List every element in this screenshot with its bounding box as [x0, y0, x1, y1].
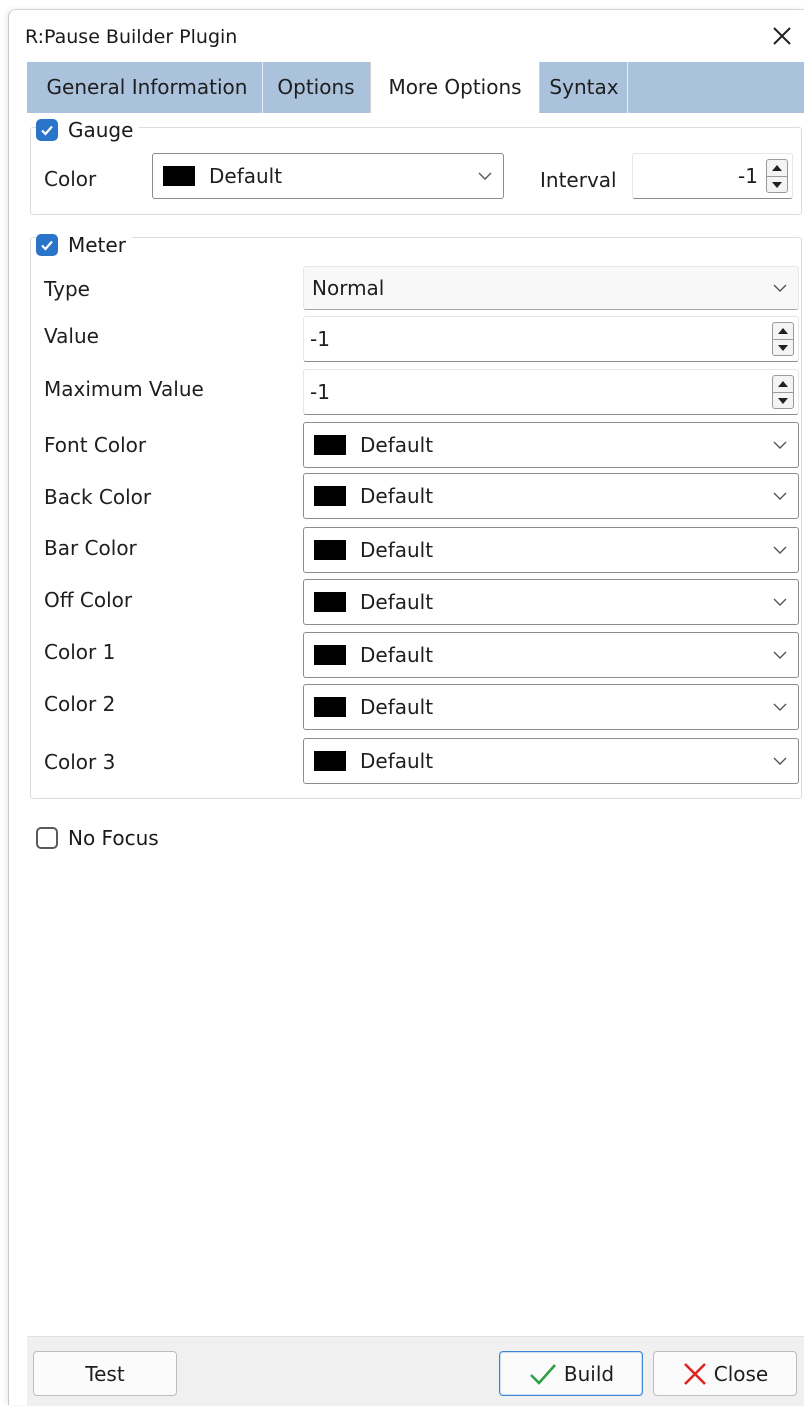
font-color-dropdown[interactable]: Default: [303, 422, 799, 468]
bar-color-dropdown[interactable]: Default: [303, 527, 799, 573]
chevron-down-icon: [773, 546, 787, 554]
maximum-value-spinner[interactable]: -1: [303, 369, 799, 415]
color-swatch: [314, 645, 346, 665]
tab-more-options[interactable]: More Options: [370, 62, 540, 113]
meter-legend: Meter: [36, 232, 132, 258]
no-focus-checkbox[interactable]: [36, 827, 58, 849]
title-bar: R:Pause Builder Plugin: [9, 10, 804, 62]
gauge-color-label: Color: [44, 167, 97, 191]
build-button-label: Build: [563, 1361, 615, 1386]
gauge-color-value: Default: [209, 164, 283, 188]
back-color-value: Default: [360, 484, 434, 508]
color-swatch: [163, 166, 195, 186]
chevron-down-icon: [773, 651, 787, 659]
no-focus-option[interactable]: No Focus: [36, 825, 165, 851]
font-color-value: Default: [360, 433, 434, 457]
maximum-value-value: -1: [310, 380, 330, 404]
test-button[interactable]: Test: [33, 1351, 177, 1396]
tab-bar: General Information Options More Options…: [27, 62, 804, 113]
chevron-down-icon: [773, 492, 787, 500]
gauge-checkbox[interactable]: [36, 119, 58, 141]
color-swatch: [314, 435, 346, 455]
tab-syntax[interactable]: Syntax: [541, 62, 627, 113]
more-options-panel: Gauge Color Default Interval -1 Meter Ty…: [27, 113, 804, 1340]
spin-up-icon: [778, 328, 788, 334]
interval-spin-buttons[interactable]: [766, 159, 788, 193]
color-swatch: [314, 751, 346, 771]
close-icon: [773, 27, 791, 45]
gauge-color-dropdown[interactable]: Default: [152, 153, 504, 199]
type-dropdown[interactable]: Normal: [303, 266, 799, 310]
tab-general-information[interactable]: General Information: [33, 62, 261, 113]
button-bar: Test Build Close: [27, 1336, 804, 1406]
interval-label: Interval: [540, 168, 617, 192]
chevron-down-icon: [773, 598, 787, 606]
check-icon: [529, 1363, 556, 1385]
off-color-label: Off Color: [44, 588, 133, 612]
off-color-dropdown[interactable]: Default: [303, 579, 799, 625]
dialog-window: R:Pause Builder Plugin General Informati…: [8, 9, 804, 1406]
checkmark-icon: [41, 240, 53, 251]
close-button-label: Close: [713, 1361, 769, 1386]
window-close-button[interactable]: [766, 20, 798, 52]
chevron-down-icon: [478, 172, 492, 180]
color-2-label: Color 2: [44, 692, 116, 716]
color-swatch: [314, 697, 346, 717]
font-color-label: Font Color: [44, 433, 147, 457]
type-label: Type: [44, 277, 90, 301]
chevron-down-icon: [773, 703, 787, 711]
interval-spinner[interactable]: -1: [632, 153, 793, 199]
close-button[interactable]: Close: [653, 1351, 797, 1396]
spin-up-icon: [772, 165, 782, 171]
no-focus-label: No Focus: [68, 826, 159, 850]
meter-label: Meter: [68, 233, 126, 257]
tab-separator: [627, 62, 628, 113]
chevron-down-icon: [773, 284, 787, 292]
chevron-down-icon: [773, 757, 787, 765]
color-swatch: [314, 592, 346, 612]
color-3-label: Color 3: [44, 750, 116, 774]
bar-color-label: Bar Color: [44, 536, 137, 560]
maximum-value-spin-buttons[interactable]: [772, 375, 794, 409]
window-title: R:Pause Builder Plugin: [25, 26, 238, 48]
back-color-dropdown[interactable]: Default: [303, 473, 799, 519]
bar-color-value: Default: [360, 538, 434, 562]
off-color-value: Default: [360, 590, 434, 614]
color-3-dropdown[interactable]: Default: [303, 738, 799, 784]
value-label: Value: [44, 324, 99, 348]
chevron-down-icon: [773, 441, 787, 449]
color-2-dropdown[interactable]: Default: [303, 684, 799, 730]
spin-down-icon: [778, 345, 788, 351]
spin-down-icon: [772, 182, 782, 188]
build-button[interactable]: Build: [499, 1351, 643, 1396]
tab-options[interactable]: Options: [263, 62, 369, 113]
gauge-label: Gauge: [68, 118, 134, 142]
color-2-value: Default: [360, 695, 434, 719]
color-swatch: [314, 540, 346, 560]
test-button-label: Test: [85, 1361, 125, 1386]
color-1-dropdown[interactable]: Default: [303, 632, 799, 678]
value-value: -1: [310, 327, 330, 351]
x-icon: [683, 1362, 706, 1385]
spin-up-icon: [778, 381, 788, 387]
checkmark-icon: [41, 125, 53, 136]
value-spin-buttons[interactable]: [772, 322, 794, 356]
color-1-label: Color 1: [44, 640, 116, 664]
back-color-label: Back Color: [44, 485, 152, 509]
color-1-value: Default: [360, 643, 434, 667]
value-spinner[interactable]: -1: [303, 316, 799, 362]
maximum-value-label: Maximum Value: [44, 377, 204, 401]
interval-value: -1: [738, 164, 758, 188]
color-3-value: Default: [360, 749, 434, 773]
type-value: Normal: [312, 276, 385, 300]
gauge-legend: Gauge: [36, 117, 140, 143]
spin-down-icon: [778, 398, 788, 404]
meter-checkbox[interactable]: [36, 234, 58, 256]
color-swatch: [314, 486, 346, 506]
